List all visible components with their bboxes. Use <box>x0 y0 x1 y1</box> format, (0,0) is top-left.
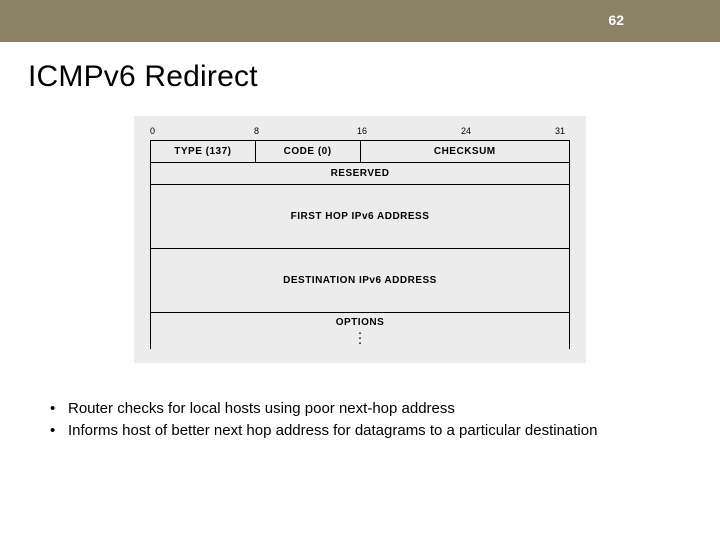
options-dots: ... <box>151 329 569 344</box>
bit-label-8: 8 <box>254 126 259 136</box>
bit-label-24: 24 <box>461 126 471 136</box>
slide-number: 62 <box>608 12 624 28</box>
packet-row-header: TYPE (137) CODE (0) CHECKSUM <box>151 141 570 163</box>
bit-label-31: 31 <box>555 126 565 136</box>
packet-row-firsthop: FIRST HOP IPv6 ADDRESS <box>151 185 570 249</box>
field-checksum: CHECKSUM <box>360 141 570 163</box>
header-bar: 62 <box>0 0 720 42</box>
packet-row-options: OPTIONS ... <box>151 313 570 349</box>
bullet-list: Router checks for local hosts using poor… <box>50 399 692 442</box>
field-reserved: RESERVED <box>151 163 570 185</box>
packet-diagram: 0 8 16 24 31 TYPE (137) CODE (0) CHECKSU… <box>134 116 586 363</box>
bullet-1: Router checks for local hosts using poor… <box>50 399 692 419</box>
field-type: TYPE (137) <box>151 141 256 163</box>
bullet-2: Informs host of better next hop address … <box>50 421 692 441</box>
packet-row-destination: DESTINATION IPv6 ADDRESS <box>151 249 570 313</box>
slide-title: ICMPv6 Redirect <box>28 60 720 94</box>
packet-table: TYPE (137) CODE (0) CHECKSUM RESERVED FI… <box>150 140 570 349</box>
bit-label-0: 0 <box>150 126 155 136</box>
field-destination: DESTINATION IPv6 ADDRESS <box>151 249 570 313</box>
bit-scale: 0 8 16 24 31 <box>150 126 570 140</box>
field-code: CODE (0) <box>255 141 360 163</box>
packet-row-reserved: RESERVED <box>151 163 570 185</box>
bit-label-16: 16 <box>357 126 367 136</box>
field-first-hop: FIRST HOP IPv6 ADDRESS <box>151 185 570 249</box>
field-options: OPTIONS ... <box>151 313 570 349</box>
